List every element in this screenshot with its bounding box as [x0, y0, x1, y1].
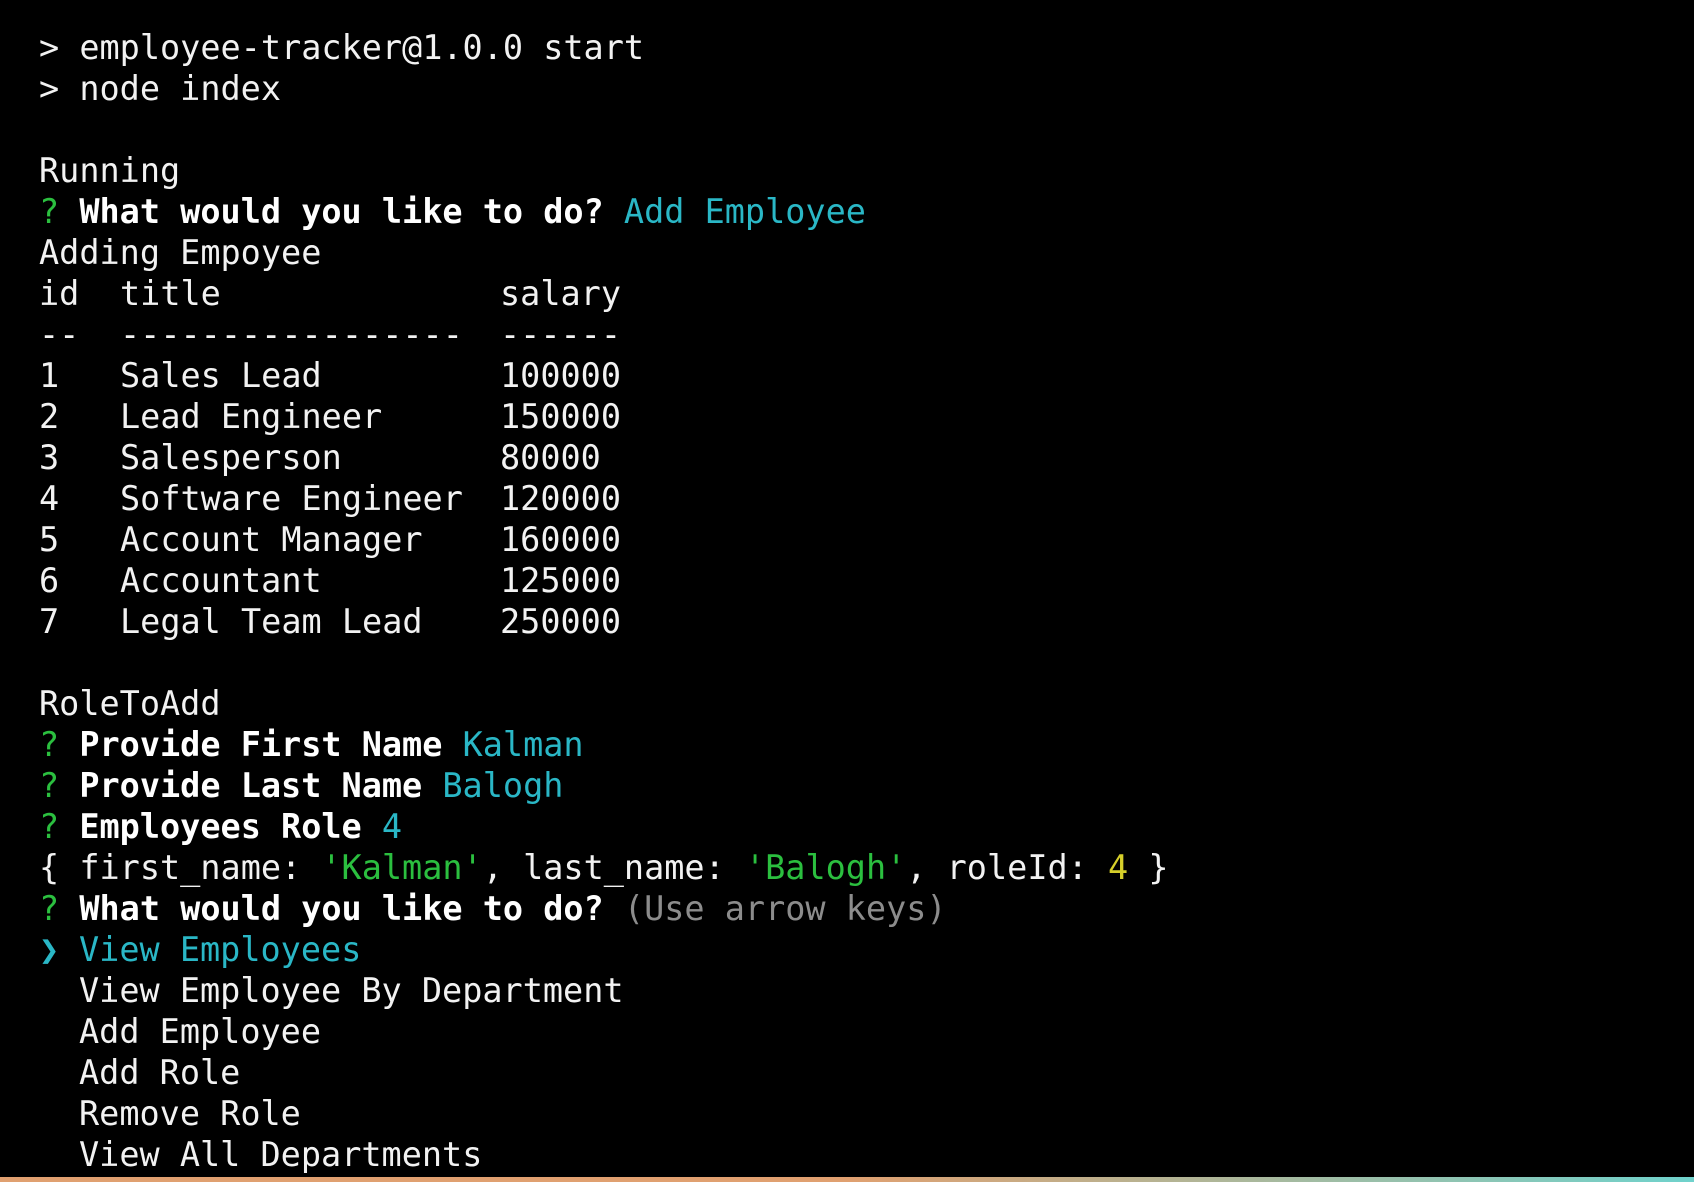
- menu-item-label: Remove Role: [79, 1094, 301, 1133]
- cell-id: 6: [39, 561, 60, 600]
- cell-id: 2: [39, 397, 60, 436]
- npm-node-line: > node index: [39, 69, 282, 108]
- menu-item-view-employee-by-department[interactable]: View Employee By Department: [39, 970, 1694, 1011]
- menu-item-add-role[interactable]: Add Role: [39, 1052, 1694, 1093]
- menu-item-remove-role[interactable]: Remove Role: [39, 1093, 1694, 1134]
- menu-item-label: Add Employee: [79, 1012, 322, 1051]
- table-separator: -- ----------------- ------: [39, 314, 1694, 355]
- prompt-answer: Add Employee: [623, 192, 866, 231]
- cell-title: Sales Lead: [120, 356, 322, 395]
- header-id: id: [39, 274, 80, 313]
- table-row: 3 Salesperson 80000: [39, 437, 1694, 478]
- object-separator: ,: [906, 848, 947, 887]
- separator-salary: ------: [500, 315, 622, 354]
- prompt-employee-role: ? Employees Role 4: [39, 806, 1694, 847]
- npm-start-line: > employee-tracker@1.0.0 start: [39, 28, 645, 67]
- object-value-first-name: 'Kalman': [321, 848, 483, 887]
- question-mark-icon: ?: [39, 766, 60, 805]
- menu-item-label: View All Departments: [79, 1135, 483, 1174]
- object-log-line: { first_name: 'Kalman', last_name: 'Balo…: [39, 847, 1694, 888]
- prompt-action-active: ? What would you like to do? (Use arrow …: [39, 888, 1694, 929]
- object-key-role-id: roleId:: [946, 848, 1108, 887]
- question-mark-icon: ?: [39, 725, 60, 764]
- question-mark-icon: ?: [39, 807, 60, 846]
- prompt-answer: 4: [381, 807, 403, 846]
- cell-title: Salesperson: [120, 438, 342, 477]
- object-value-role-id: 4: [1108, 848, 1129, 887]
- cell-salary: 120000: [500, 479, 622, 518]
- cell-salary: 160000: [500, 520, 622, 559]
- table-row: 1 Sales Lead 100000: [39, 355, 1694, 396]
- separator-title: -----------------: [120, 315, 463, 354]
- cell-id: 3: [39, 438, 60, 477]
- prompt-question: What would you like to do?: [79, 889, 604, 928]
- cell-title: Software Engineer: [120, 479, 463, 518]
- menu-item-label: Add Role: [79, 1053, 241, 1092]
- header-title: title: [120, 274, 221, 313]
- terminal-output: > employee-tracker@1.0.0 start > node in…: [39, 27, 1694, 1175]
- cell-title: Lead Engineer: [120, 397, 383, 436]
- adding-employee-line: Adding Empoyee: [39, 233, 322, 272]
- cell-title: Legal Team Lead: [120, 602, 423, 641]
- cell-id: 5: [39, 520, 60, 559]
- table-row: 2 Lead Engineer 150000: [39, 396, 1694, 437]
- menu-item-label: View Employees: [79, 930, 362, 969]
- object-key-first-name: first_name:: [79, 848, 322, 887]
- prompt-question: Provide First Name: [79, 725, 443, 764]
- prompt-last-name: ? Provide Last Name Balogh: [39, 765, 1694, 806]
- cell-id: 1: [39, 356, 60, 395]
- prompt-question: Provide Last Name: [79, 766, 423, 805]
- table-row: 7 Legal Team Lead 250000: [39, 601, 1694, 642]
- object-close-brace: }: [1128, 848, 1169, 887]
- header-salary: salary: [500, 274, 622, 313]
- prompt-question: Employees Role: [79, 807, 362, 846]
- menu-item-view-employees[interactable]: ❯ View Employees: [39, 929, 1694, 970]
- cell-salary: 100000: [500, 356, 622, 395]
- table-header: id title salary: [39, 273, 1694, 314]
- cell-id: 7: [39, 602, 60, 641]
- prompt-hint: (Use arrow keys): [623, 889, 947, 928]
- question-mark-icon: ?: [39, 889, 60, 928]
- question-mark-icon: ?: [39, 192, 60, 231]
- prompt-question: What would you like to do?: [79, 192, 604, 231]
- separator-id: --: [39, 315, 80, 354]
- cell-title: Account Manager: [120, 520, 423, 559]
- table-row: 6 Accountant 125000: [39, 560, 1694, 601]
- cell-title: Accountant: [120, 561, 322, 600]
- pointer-icon: ❯: [39, 930, 60, 969]
- object-value-last-name: 'Balogh': [744, 848, 907, 887]
- prompt-answer: Balogh: [442, 766, 564, 805]
- cell-salary: 150000: [500, 397, 622, 436]
- cell-salary: 80000: [500, 438, 601, 477]
- prompt-first-name: ? Provide First Name Kalman: [39, 724, 1694, 765]
- prompt-answer: Kalman: [462, 725, 584, 764]
- cell-id: 4: [39, 479, 60, 518]
- window-bottom-border: [0, 1177, 1694, 1182]
- cell-salary: 125000: [500, 561, 622, 600]
- object-key-last-name: last_name:: [523, 848, 745, 887]
- menu-item-add-employee[interactable]: Add Employee: [39, 1011, 1694, 1052]
- table-row: 4 Software Engineer 120000: [39, 478, 1694, 519]
- prompt-action-answered: ? What would you like to do? Add Employe…: [39, 191, 1694, 232]
- object-open-brace: {: [39, 848, 80, 887]
- menu-item-view-all-departments[interactable]: View All Departments: [39, 1134, 1694, 1175]
- table-row: 5 Account Manager 160000: [39, 519, 1694, 560]
- running-line: Running: [39, 151, 181, 190]
- menu-item-label: View Employee By Department: [79, 971, 624, 1010]
- object-separator: ,: [482, 848, 524, 887]
- cell-salary: 250000: [500, 602, 622, 641]
- role-to-add-line: RoleToAdd: [39, 684, 221, 723]
